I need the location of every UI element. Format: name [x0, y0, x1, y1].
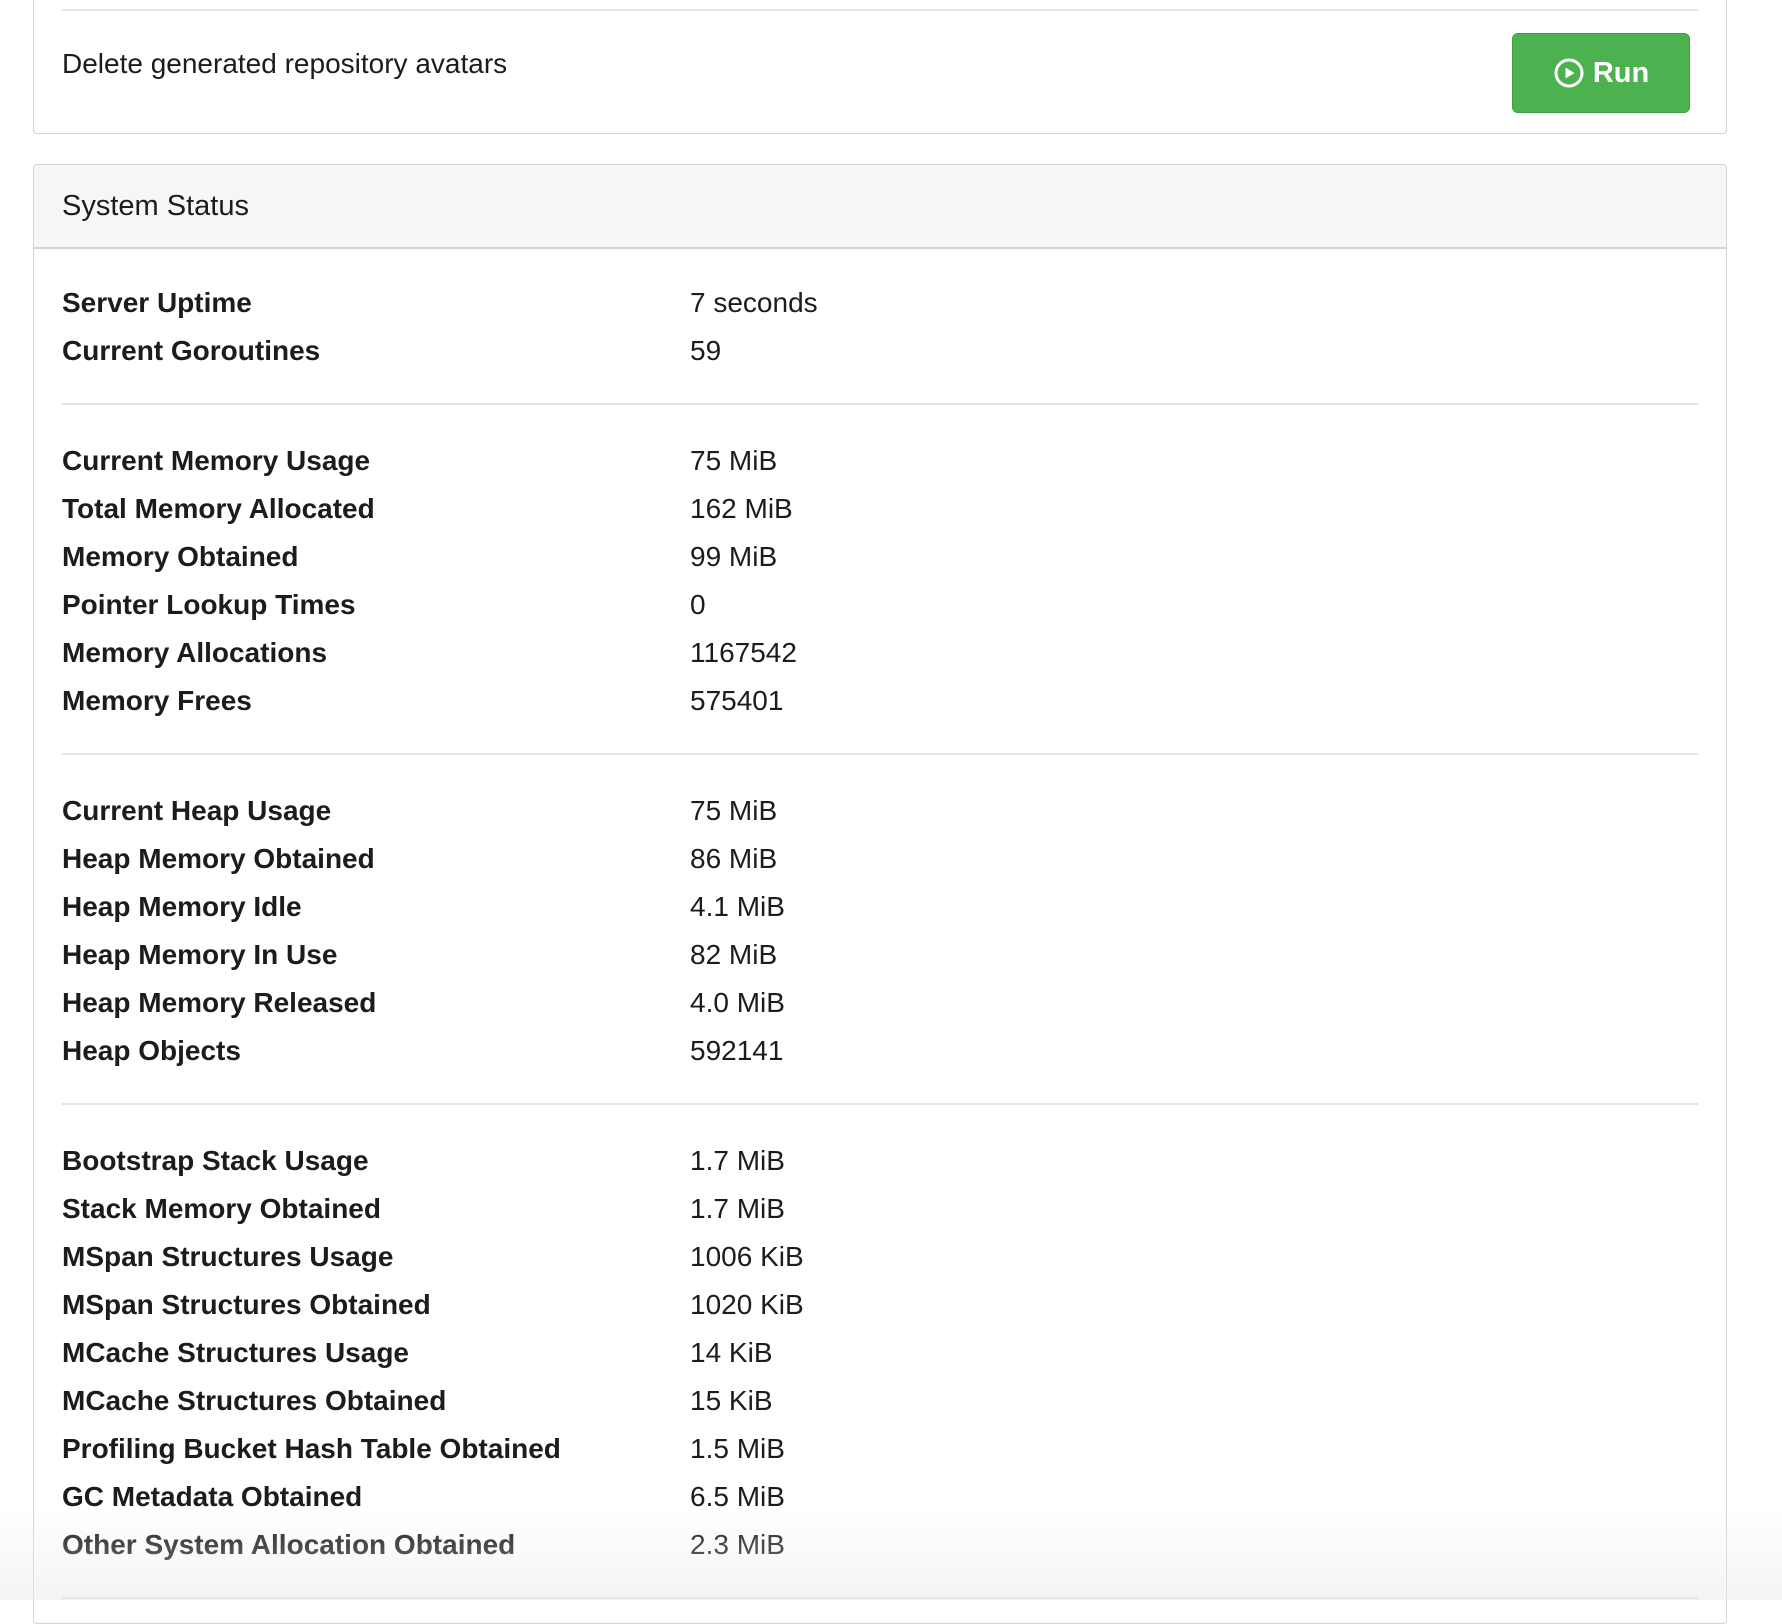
- stat-key: MCache Structures Obtained: [62, 1385, 447, 1416]
- system-status-title: System Status: [62, 190, 249, 222]
- stat-value: 2.3 MiB: [690, 1529, 785, 1560]
- stat-value: 82 MiB: [690, 939, 778, 970]
- stat-key: Memory Allocations: [62, 637, 328, 668]
- stat-value: 99 MiB: [690, 541, 778, 572]
- stat-row: Bootstrap Stack Usage 1.7 MiB: [62, 1137, 1698, 1185]
- divider: [62, 9, 1698, 11]
- stat-row: Heap Memory Obtained 86 MiB: [62, 835, 1698, 883]
- stat-key: Pointer Lookup Times: [62, 589, 356, 620]
- stat-value: 0: [690, 589, 706, 620]
- stat-group: Bootstrap Stack Usage 1.7 MiB Stack Memory…: [62, 1105, 1698, 1599]
- stat-row: MSpan Structures Usage 1006 KiB: [62, 1233, 1698, 1281]
- stat-key: Heap Objects: [62, 1035, 241, 1066]
- stat-key: Bootstrap Stack Usage: [62, 1145, 369, 1176]
- system-status-panel: System Status Server Uptime 7 seconds Curr…: [33, 164, 1727, 1624]
- stat-key: Memory Obtained: [62, 541, 299, 572]
- stat-row: Other System Allocation Obtained 2.3 MiB: [62, 1521, 1698, 1569]
- stat-value: 1006 KiB: [690, 1241, 804, 1272]
- stat-row: GC Metadata Obtained 6.5 MiB: [62, 1473, 1698, 1521]
- stat-row: MCache Structures Obtained 15 KiB: [62, 1377, 1698, 1425]
- stat-value: 14 KiB: [690, 1337, 773, 1368]
- stat-value: 1.5 MiB: [690, 1433, 785, 1464]
- stat-value: 75 MiB: [690, 445, 778, 476]
- stat-value: 1.7 MiB: [690, 1193, 785, 1224]
- stat-row: Heap Memory In Use 82 MiB: [62, 931, 1698, 979]
- stat-row: Server Uptime 7 seconds: [62, 279, 1698, 327]
- stat-value: 592141: [690, 1035, 784, 1066]
- stat-key: Current Memory Usage: [62, 445, 371, 476]
- stat-value: 86 MiB: [690, 843, 778, 874]
- stat-key: MSpan Structures Obtained: [62, 1289, 431, 1320]
- stat-key: Heap Memory Released: [62, 987, 377, 1018]
- stat-value: 7 seconds: [690, 287, 818, 318]
- stat-key: Current Heap Usage: [62, 795, 332, 826]
- stat-group: Current Memory Usage 75 MiB Total Memory A…: [62, 405, 1698, 755]
- stat-key: Memory Frees: [62, 685, 252, 716]
- stat-row: Current Memory Usage 75 MiB: [62, 437, 1698, 485]
- stat-row: MCache Structures Usage 14 KiB: [62, 1329, 1698, 1377]
- stat-row: Heap Objects 592141: [62, 1027, 1698, 1075]
- stat-group: Server Uptime 7 seconds Current Goroutines…: [62, 249, 1698, 405]
- stat-key: Profiling Bucket Hash Table Obtained: [62, 1433, 561, 1464]
- system-status-body: Server Uptime 7 seconds Current Goroutines…: [34, 249, 1726, 1599]
- stat-value: 15 KiB: [690, 1385, 773, 1416]
- stat-row: MSpan Structures Obtained 1020 KiB: [62, 1281, 1698, 1329]
- stat-row: Heap Memory Idle 4.1 MiB: [62, 883, 1698, 931]
- stat-row: Pointer Lookup Times 0: [62, 581, 1698, 629]
- run-button-label: Run: [1592, 56, 1650, 89]
- stat-row: Heap Memory Released 4.0 MiB: [62, 979, 1698, 1027]
- stat-key: Current Goroutines: [62, 335, 321, 366]
- stat-value: 4.0 MiB: [690, 987, 785, 1018]
- stat-key: MSpan Structures Usage: [62, 1241, 394, 1272]
- play-circle-icon: [1553, 57, 1585, 89]
- run-button[interactable]: Run: [1512, 33, 1690, 113]
- stat-key: Total Memory Allocated: [62, 493, 375, 524]
- stat-key: Server Uptime: [62, 287, 252, 318]
- stat-value: 1020 KiB: [690, 1289, 804, 1320]
- stat-key: Stack Memory Obtained: [62, 1193, 381, 1224]
- stat-row: Memory Obtained 99 MiB: [62, 533, 1698, 581]
- stat-group: Current Heap Usage 75 MiB Heap Memory Obta…: [62, 755, 1698, 1105]
- stat-row: Memory Allocations 1167542: [62, 629, 1698, 677]
- stat-value: 162 MiB: [690, 493, 793, 524]
- stat-row: Stack Memory Obtained 1.7 MiB: [62, 1185, 1698, 1233]
- stat-value: 1.7 MiB: [690, 1145, 785, 1176]
- stat-row: Current Goroutines 59: [62, 327, 1698, 375]
- cron-task-segment: Delete generated repository avatars Run: [33, 0, 1727, 134]
- stat-key: Other System Allocation Obtained: [62, 1529, 516, 1560]
- stat-key: Heap Memory In Use: [62, 939, 338, 970]
- stat-key: MCache Structures Usage: [62, 1337, 410, 1368]
- stat-value: 59: [690, 335, 722, 366]
- stat-key: Heap Memory Idle: [62, 891, 302, 922]
- stat-row: Current Heap Usage 75 MiB: [62, 787, 1698, 835]
- stat-value: 575401: [690, 685, 784, 716]
- task-label: Delete generated repository avatars: [62, 48, 508, 79]
- stat-row: Memory Frees 575401: [62, 677, 1698, 725]
- stat-key: GC Metadata Obtained: [62, 1481, 363, 1512]
- stat-value: 4.1 MiB: [690, 891, 785, 922]
- stat-row: Profiling Bucket Hash Table Obtained 1.5 …: [62, 1425, 1698, 1473]
- stat-value: 6.5 MiB: [690, 1481, 785, 1512]
- stat-value: 75 MiB: [690, 795, 778, 826]
- stat-value: 1167542: [690, 637, 797, 668]
- stat-row: Total Memory Allocated 162 MiB: [62, 485, 1698, 533]
- stat-key: Heap Memory Obtained: [62, 843, 375, 874]
- system-status-header: System Status: [34, 165, 1726, 249]
